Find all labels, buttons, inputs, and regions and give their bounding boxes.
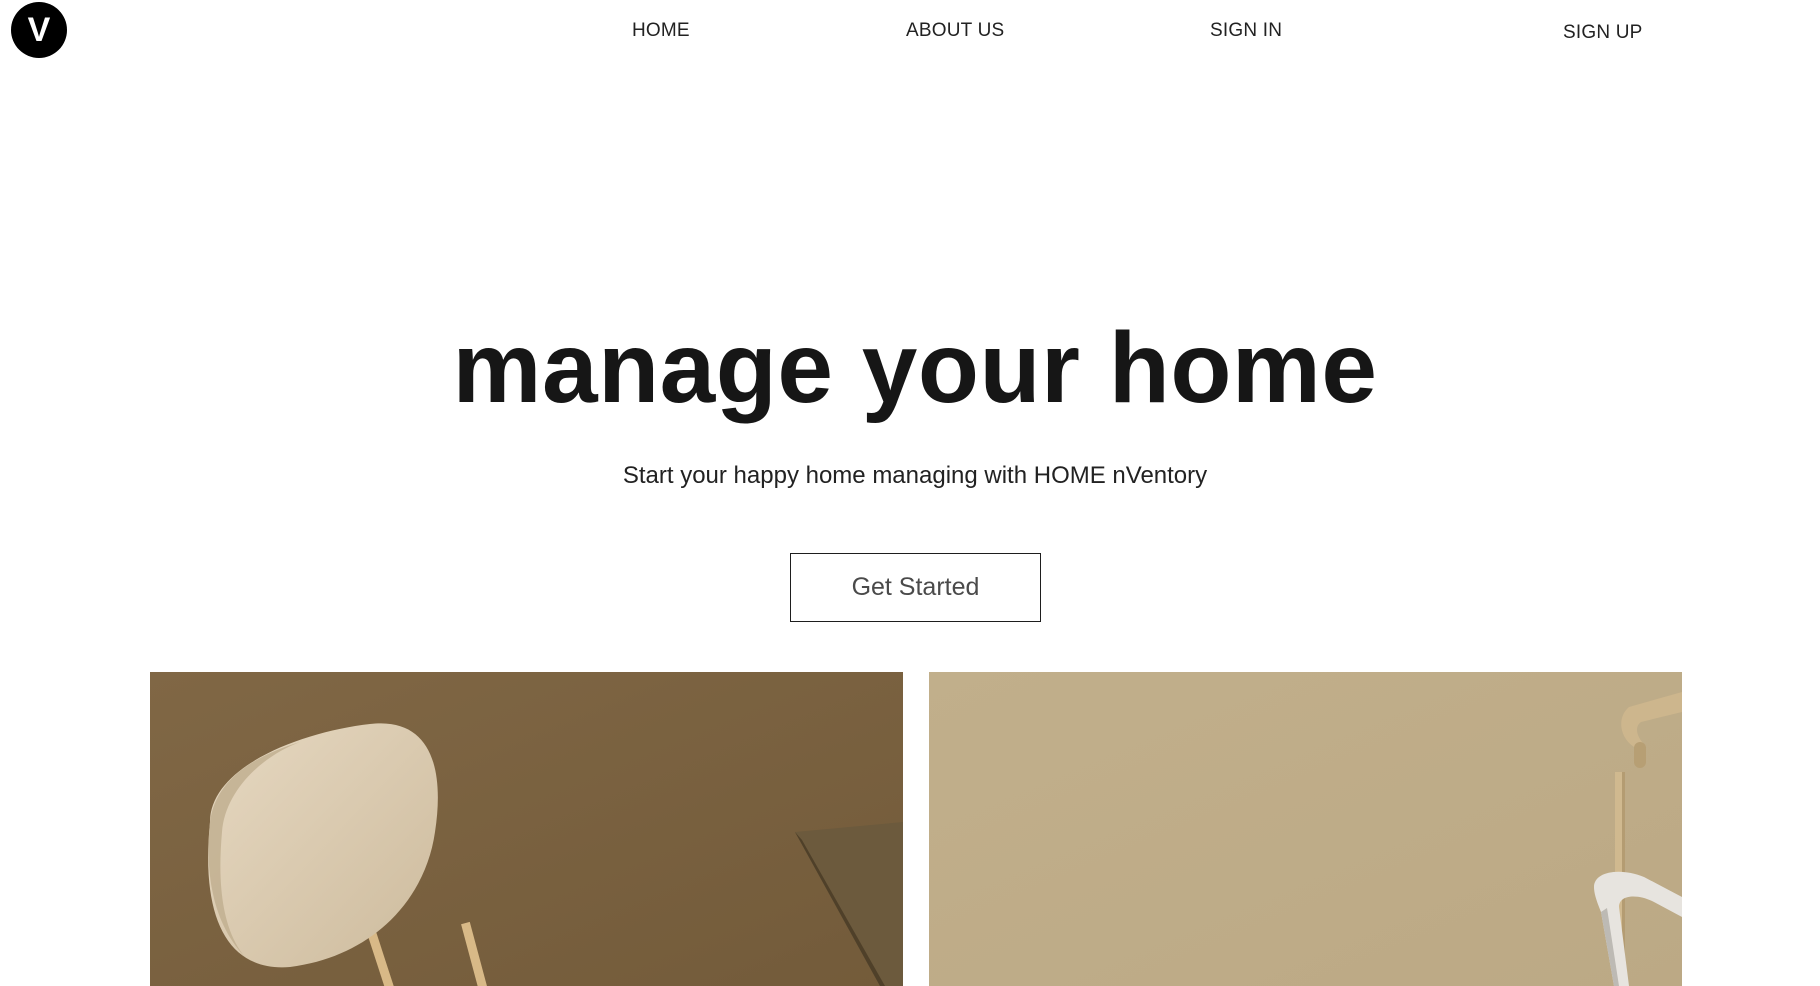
nav-about-link[interactable]: ABOUT US xyxy=(906,20,1004,42)
chair-frame-photo xyxy=(929,672,1682,986)
chair-photo xyxy=(150,672,903,986)
landing-page: V HOME ABOUT US SIGN IN SIGN UP manage y… xyxy=(0,0,1820,986)
logo-letter: V xyxy=(27,11,51,49)
nav-home-link[interactable]: HOME xyxy=(632,20,690,42)
chair-frame-illustration xyxy=(929,672,1682,986)
chair-illustration xyxy=(150,672,903,986)
hero-subtitle: Start your happy home managing with HOME… xyxy=(622,462,1208,489)
nav-sign-in-link[interactable]: SIGN IN xyxy=(1210,20,1282,42)
hero-title: manage your home xyxy=(452,312,1378,424)
get-started-button[interactable]: Get Started xyxy=(790,553,1041,622)
nav-sign-up-link[interactable]: SIGN UP xyxy=(1563,22,1643,44)
logo[interactable]: V xyxy=(11,2,67,58)
